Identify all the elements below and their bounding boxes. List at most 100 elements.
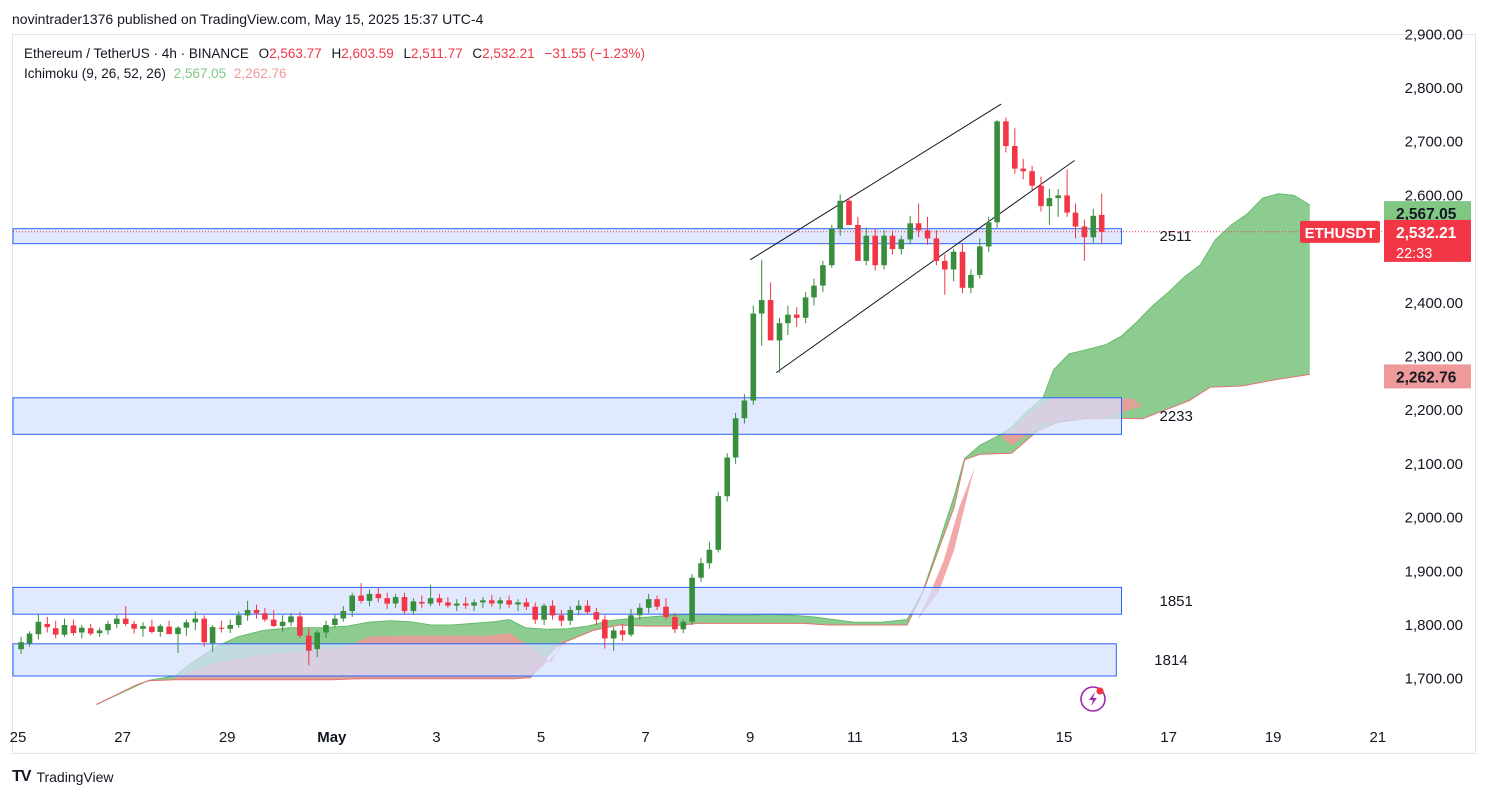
candle-up [785,314,791,324]
candle-up [741,400,748,419]
low-label: L [403,46,412,61]
senkou-a-line [96,193,1311,705]
symbol-name[interactable]: Ethereum / TetherUS · 4h · BINANCE [24,46,249,61]
candle-up [898,239,905,250]
candle-down [419,601,425,604]
bar-countdown: 22:33 [1396,246,1432,262]
candle-up [950,251,957,270]
x-tick-label: 13 [951,729,968,746]
candle-up [637,607,643,616]
candle-up [35,621,42,635]
candle-up [715,496,722,550]
candle-up [497,600,503,604]
candle-down [915,223,922,231]
candle-down [253,610,260,614]
candle-up [610,630,617,639]
close-label: C [472,46,483,61]
candle-down [122,618,129,624]
price-axis-value: 2,532.21 [1396,225,1457,242]
y-tick-label: 2,800.00 [1405,80,1463,97]
x-tick-label: 9 [746,729,754,746]
candle-up [881,235,887,266]
candle-up [18,642,24,650]
candle-up [811,285,817,298]
candle-up [79,627,85,633]
footer: TV TradingView [12,768,114,786]
zone-box [12,586,1122,615]
candle-down [44,623,51,628]
candle-up [968,274,974,288]
candle-down [593,612,600,620]
lightning-icon [1080,686,1106,712]
brand-name[interactable]: TradingView [36,769,113,785]
candle-down [297,616,303,636]
candle-down [1072,212,1079,227]
price-axis-value: 2,262.76 [1396,369,1457,386]
y-tick-label: 1,700.00 [1405,671,1463,688]
candle-up [366,593,373,601]
candle-up [802,297,809,318]
candle-down [1003,121,1009,146]
candle-up [175,627,181,635]
candle-down [942,260,948,270]
zone-label: 1814 [1154,652,1187,669]
candle-up [1046,198,1053,207]
y-tick-label: 2,000.00 [1405,510,1463,527]
candle-down [375,593,382,599]
open-label: O [258,46,270,61]
candle-up [279,621,286,627]
x-tick-label: 3 [432,729,440,746]
x-tick-label: 27 [114,729,131,746]
candle-up [288,616,294,623]
cloud-green-area [96,193,1310,705]
candle-up [323,625,329,633]
tradingview-logo-icon[interactable]: TV [12,768,31,786]
candle-up [157,626,164,632]
candle-up [732,418,739,458]
candle-up [471,602,477,606]
candle-down [87,628,94,634]
candle-up [837,200,843,229]
candle-up [628,615,634,635]
candle-up [61,625,68,635]
candle-up [349,595,355,612]
candle-down [872,235,878,266]
candle-up [750,313,757,401]
candle-down [558,615,565,621]
candle-down [663,606,669,617]
candle-down [933,238,940,261]
price-chart[interactable]: 25 27 29 May 3 5 7 9 11 13 15 17 19 21 1,700.00 1,800.… [0,0,1488,800]
x-tick-label: May [317,729,347,746]
candle-down [401,597,408,612]
candle-up [244,610,251,616]
indicator-name[interactable]: Ichimoku (9, 26, 52, 26) [24,66,166,81]
candle-up [541,605,547,620]
candle-down [1064,195,1070,213]
candle-down [262,613,268,620]
candle-up [96,630,103,634]
change-value: −31.55 (−1.23%) [544,46,646,61]
indicator-row: Ichimoku (9, 26, 52, 26) 2,567.05 2,262.… [24,64,645,84]
candle-up [698,563,704,578]
y-tick-label: 2,100.00 [1405,456,1463,473]
candle-up [192,618,199,623]
candle-up [689,577,695,622]
chart-legend: Ethereum / TetherUS · 4h · BINANCE O2,56… [24,44,645,84]
candle-down [672,616,678,630]
candle-down [602,619,608,639]
x-tick-label: 5 [537,729,545,746]
candle-up [1055,195,1061,199]
candle-up [820,265,826,286]
x-tick-label: 11 [847,729,863,746]
open-value: 2,563.77 [269,46,322,61]
candle-up [227,625,234,629]
zone-label: 2233 [1160,408,1193,425]
candle-up [314,632,320,650]
candle-down [549,605,556,616]
x-tick-label: 21 [1369,729,1386,746]
y-tick-label: 2,300.00 [1405,349,1463,366]
candle-up [829,228,835,266]
candle-up [758,300,765,314]
candle-down [306,635,312,651]
y-tick-label: 2,200.00 [1405,402,1463,419]
